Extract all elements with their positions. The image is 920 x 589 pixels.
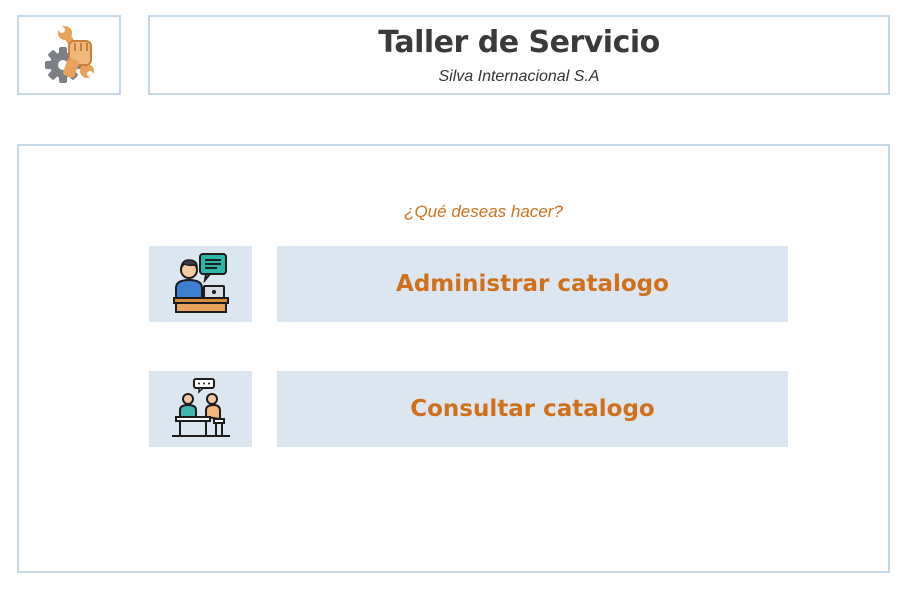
person-laptop-chat-icon xyxy=(173,253,229,313)
consult-icon-tile[interactable] xyxy=(149,371,252,447)
header-box: Taller de Servicio Silva Internacional S… xyxy=(148,15,890,95)
two-people-conversation-icon xyxy=(172,378,230,437)
admin-icon-tile[interactable] xyxy=(149,246,252,322)
administrar-catalogo-button[interactable]: Administrar catalogo xyxy=(277,246,788,322)
logo-box xyxy=(17,15,121,95)
wrench-gear-hand-icon xyxy=(45,26,94,83)
page-title: Taller de Servicio xyxy=(378,25,660,60)
company-subtitle: Silva Internacional S.A xyxy=(438,68,600,85)
main-panel: ¿Qué deseas hacer? Administrar catalogo xyxy=(17,144,890,573)
question-prompt: ¿Qué deseas hacer? xyxy=(404,202,563,221)
consultar-catalogo-button[interactable]: Consultar catalogo xyxy=(277,371,788,447)
